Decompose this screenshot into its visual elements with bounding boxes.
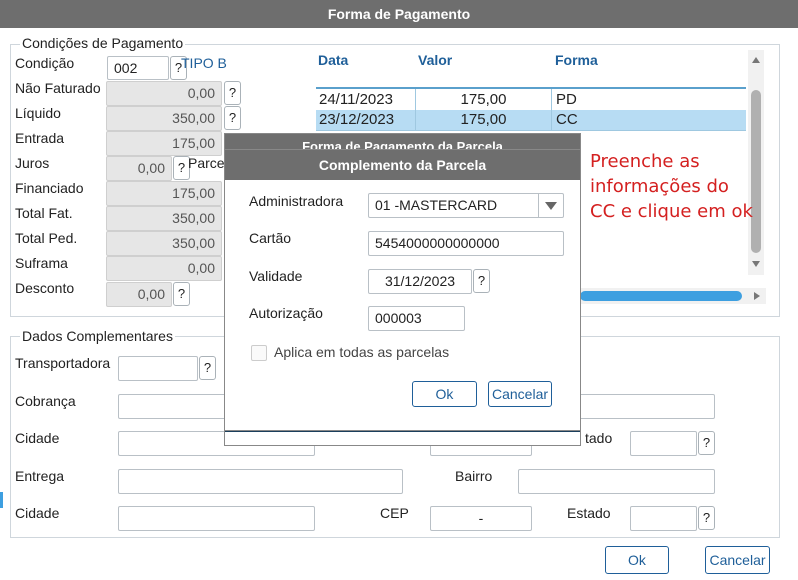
cartao-input[interactable]: 5454000000000000 [368, 231, 564, 256]
estado-entrega-lookup-button[interactable]: ? [698, 506, 715, 530]
administradora-value: 01 -MASTERCARD [375, 197, 498, 213]
scroll-up-arrow-icon[interactable] [752, 57, 760, 63]
autorizacao-input[interactable]: 000003 [368, 306, 465, 331]
cidade-entrega-input[interactable] [118, 506, 315, 531]
administradora-select[interactable]: 01 -MASTERCARD [368, 193, 564, 218]
total-fat-label: Total Fat. [15, 205, 73, 221]
juros-field: 0,00 [106, 156, 172, 181]
table-cell-forma: CC [556, 111, 578, 128]
column-header-data[interactable]: Data [318, 52, 348, 68]
table-row-selected[interactable]: 23/12/2023 175,00 CC [316, 109, 746, 131]
desconto-lookup-button[interactable]: ? [173, 282, 190, 306]
condicao-label: Condição [15, 55, 75, 71]
condicao-tipo: TIPO B [181, 55, 227, 71]
suframa-field: 0,00 [106, 256, 222, 281]
desconto-label: Desconto [15, 280, 75, 296]
table-cell-data: 23/12/2023 [316, 109, 416, 131]
transportadora-input[interactable] [118, 356, 198, 381]
desconto-field: 0,00 [106, 282, 172, 307]
annotation-line-1: Preenche as [590, 151, 700, 172]
left-edge-marker [0, 492, 3, 508]
administradora-label: Administradora [249, 193, 344, 209]
bairro-input[interactable] [518, 469, 715, 494]
liquido-label: Líquido [15, 105, 61, 121]
scrollbar-h-thumb[interactable] [580, 291, 742, 301]
horizontal-scrollbar[interactable] [580, 288, 766, 304]
cobranca-label: Cobrança [15, 393, 76, 409]
vertical-scrollbar[interactable] [748, 50, 764, 275]
dropdown-divider [538, 194, 539, 217]
total-fat-field: 350,00 [106, 206, 222, 231]
table-cell-data: 24/11/2023 [316, 89, 416, 111]
cartao-label: Cartão [249, 230, 292, 246]
validade-calendar-button[interactable]: ? [473, 269, 490, 293]
cep-label: CEP [380, 505, 409, 521]
estado-label: tado [585, 430, 613, 446]
transportadora-label: Transportadora [15, 355, 111, 371]
entrega-label: Entrega [15, 468, 65, 484]
liquido-field: 350,00 [106, 106, 222, 131]
aplica-checkbox[interactable] [251, 345, 267, 361]
validade-label: Validade [249, 268, 303, 284]
window-title: Forma de Pagamento [0, 0, 798, 28]
scroll-right-arrow-icon[interactable] [754, 292, 760, 300]
table-cell-forma: PD [556, 91, 577, 108]
nao-faturado-field: 0,00 [106, 81, 222, 106]
condicoes-legend: Condições de Pagamento [20, 35, 186, 51]
entrada-label: Entrada [15, 130, 65, 146]
validade-input[interactable]: 31/12/2023 [368, 269, 472, 294]
table-cell-valor: 175,00 [416, 89, 552, 111]
bairro-label: Bairro [455, 468, 493, 484]
dialog-ok-button[interactable]: Ok [412, 381, 477, 407]
ok-button[interactable]: Ok [605, 546, 669, 574]
nao-faturado-label: Não Faturado [15, 80, 101, 96]
autorizacao-label: Autorização [249, 305, 323, 321]
suframa-label: Suframa [15, 255, 68, 271]
complemento-dialog: Complemento da Parcela Administradora 01… [224, 149, 581, 431]
total-ped-field: 350,00 [106, 231, 222, 256]
estado-entrega-input[interactable] [630, 506, 697, 531]
nao-faturado-lookup-button[interactable]: ? [224, 81, 241, 105]
column-header-valor[interactable]: Valor [418, 52, 452, 68]
cidade-entrega-label: Cidade [15, 505, 60, 521]
liquido-lookup-button[interactable]: ? [224, 106, 241, 130]
parcelas-label: Parce [188, 155, 225, 171]
dialog-titlebar: Complemento da Parcela [225, 150, 580, 180]
annotation-line-3: CC e clique em ok [590, 201, 753, 222]
scroll-down-arrow-icon[interactable] [752, 261, 760, 267]
estado-entrega-label: Estado [567, 505, 611, 521]
juros-label: Juros [15, 155, 50, 171]
financiado-field: 175,00 [106, 181, 222, 206]
estado-lookup-button[interactable]: ? [698, 431, 715, 455]
entrada-field: 175,00 [106, 131, 222, 156]
condicao-input[interactable]: 002 [107, 56, 169, 80]
annotation-line-2: informações do [590, 176, 729, 197]
transportadora-lookup-button[interactable]: ? [199, 356, 216, 380]
estado-input[interactable] [630, 431, 697, 456]
cep-entrega-input[interactable]: - [430, 506, 532, 531]
dialog-cancelar-button[interactable]: Cancelar [488, 381, 552, 407]
entrega-input[interactable] [118, 469, 403, 494]
total-ped-label: Total Ped. [15, 230, 78, 246]
scrollbar-thumb[interactable] [751, 90, 761, 253]
chevron-down-icon[interactable] [545, 202, 557, 210]
cidade-label: Cidade [15, 430, 60, 446]
aplica-label[interactable]: Aplica em todas as parcelas [274, 344, 449, 360]
table-cell-valor: 175,00 [416, 109, 552, 131]
financiado-label: Financiado [15, 180, 84, 196]
column-header-forma[interactable]: Forma [555, 52, 598, 68]
dados-legend: Dados Complementares [20, 328, 175, 344]
cancelar-button[interactable]: Cancelar [705, 546, 770, 574]
